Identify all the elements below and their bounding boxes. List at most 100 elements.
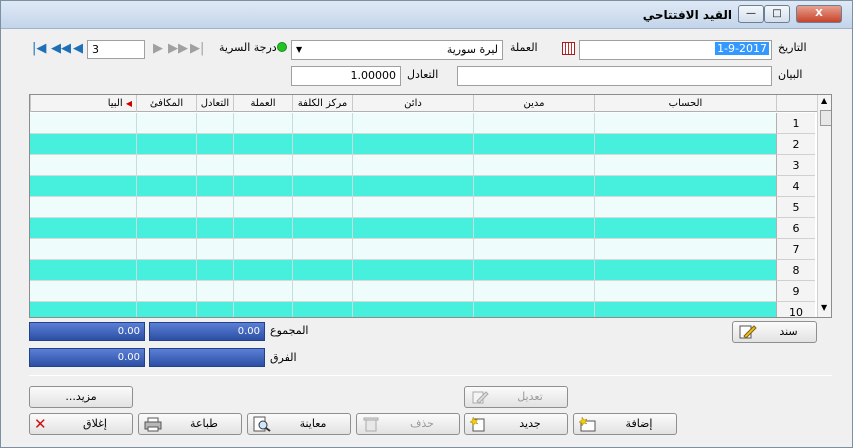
table-cell-divider [196, 260, 197, 281]
table-cell-divider [292, 302, 293, 317]
column-statement-label: البيا [107, 98, 123, 109]
column-credit[interactable]: دائن [352, 95, 473, 112]
chevron-down-icon[interactable]: ▼ [296, 45, 302, 54]
table-row[interactable] [30, 155, 776, 176]
table-cell-divider [196, 113, 197, 134]
column-currency[interactable]: العملة [233, 95, 292, 112]
table-row[interactable] [30, 302, 776, 317]
table-cell-divider [473, 134, 474, 155]
table-cell-divider [196, 176, 197, 197]
table-row[interactable] [30, 197, 776, 218]
table-cell-divider [352, 281, 353, 302]
table-cell-divider [196, 281, 197, 302]
record-number-input[interactable]: 3 [87, 40, 145, 59]
new-label: جديد [519, 417, 541, 430]
table-cell-divider [352, 155, 353, 176]
table-row[interactable] [30, 239, 776, 260]
prev-record-icon[interactable]: ◀ [73, 42, 83, 56]
first-record-icon[interactable]: |◀ [32, 42, 46, 56]
add-document-icon [579, 416, 596, 432]
date-input[interactable]: 1-9-2017 [579, 40, 772, 60]
table-cell-divider [196, 197, 197, 218]
scroll-up-icon[interactable]: ▲ [821, 96, 827, 105]
exchange-rate-label: التعادل [407, 68, 439, 81]
column-account[interactable]: الحساب [594, 95, 776, 112]
vertical-scrollbar[interactable]: ▲ ▼ [817, 95, 831, 317]
column-statement[interactable]: البيا ◀ [30, 95, 136, 112]
date-label: التاريخ [778, 41, 807, 54]
title-bar: القيد الافتتاحي — □ X [1, 1, 852, 29]
column-cost-center[interactable]: مركز الكلفة [292, 95, 352, 112]
next-record-icon: ▶ [153, 41, 163, 56]
table-row[interactable] [30, 260, 776, 281]
table-cell-divider [292, 176, 293, 197]
scroll-down-icon[interactable]: ▼ [821, 303, 827, 312]
table-cell-divider [473, 302, 474, 317]
status-dot-icon[interactable] [277, 42, 287, 52]
delete-button[interactable]: حذف [356, 413, 460, 435]
table-cell-divider [352, 197, 353, 218]
scrollbar-thumb[interactable] [820, 110, 831, 126]
row-number[interactable]: 1 [776, 113, 815, 134]
table-cell-divider [233, 134, 234, 155]
row-number[interactable]: 10 [776, 302, 815, 317]
table-cell-divider [292, 239, 293, 260]
diff-credit-box [149, 348, 265, 367]
preview-button[interactable]: معاينة [247, 413, 351, 435]
new-document-icon [470, 416, 485, 432]
table-cell-divider [594, 239, 595, 260]
column-debit[interactable]: مدين [473, 95, 594, 112]
statement-input[interactable] [457, 66, 772, 86]
table-cell-divider [352, 302, 353, 317]
table-cell-divider [136, 155, 137, 176]
table-cell-divider [473, 197, 474, 218]
maximize-button[interactable]: □ [764, 5, 790, 23]
table-row[interactable] [30, 113, 776, 134]
calendar-icon[interactable] [562, 42, 575, 55]
row-number[interactable]: 9 [776, 281, 815, 302]
column-exchange[interactable]: التعادل [196, 95, 233, 112]
exchange-rate-input[interactable]: 1.00000 [291, 66, 401, 86]
next-page-icon: ▶▶ [168, 41, 188, 56]
close-window-button[interactable]: X [796, 5, 842, 23]
table-cell-divider [594, 260, 595, 281]
entries-grid[interactable]: الحساب مدين دائن مركز الكلفة العملة التع… [29, 94, 832, 318]
row-number-header [776, 95, 818, 112]
table-cell-divider [473, 113, 474, 134]
table-cell-divider [136, 218, 137, 239]
row-number[interactable]: 2 [776, 134, 815, 155]
table-cell-divider [136, 197, 137, 218]
table-cell-divider [594, 281, 595, 302]
table-row[interactable] [30, 218, 776, 239]
table-cell-divider [196, 218, 197, 239]
voucher-label: سند [779, 325, 798, 338]
minimize-button[interactable]: — [738, 5, 764, 23]
currency-label: العملة [510, 41, 538, 54]
row-number[interactable]: 8 [776, 260, 815, 281]
row-number[interactable]: 5 [776, 197, 815, 218]
row-number[interactable]: 6 [776, 218, 815, 239]
new-button[interactable]: جديد [464, 413, 568, 435]
column-equivalent[interactable]: المكافئ [136, 95, 196, 112]
delete-label: حذف [410, 417, 434, 430]
row-number[interactable]: 3 [776, 155, 815, 176]
edit-button[interactable]: تعديل [464, 386, 568, 408]
table-cell-divider [196, 239, 197, 260]
prev-page-icon[interactable]: ◀◀ [51, 42, 71, 56]
date-value: 1-9-2017 [715, 42, 769, 55]
table-row[interactable] [30, 281, 776, 302]
more-button[interactable]: مزيد... [29, 386, 133, 408]
voucher-button[interactable]: سند [732, 321, 817, 343]
print-button[interactable]: طباعة [138, 413, 242, 435]
row-number[interactable]: 7 [776, 239, 815, 260]
close-button[interactable]: إغلاق ✕ [29, 413, 133, 435]
table-cell-divider [233, 239, 234, 260]
sort-arrow-icon: ◀ [125, 99, 132, 108]
add-button[interactable]: إضافة [573, 413, 677, 435]
table-cell-divider [292, 281, 293, 302]
row-number[interactable]: 4 [776, 176, 815, 197]
table-row[interactable] [30, 134, 776, 155]
printer-icon [144, 417, 162, 432]
currency-select[interactable]: ليرة سورية [291, 40, 503, 60]
table-row[interactable] [30, 176, 776, 197]
